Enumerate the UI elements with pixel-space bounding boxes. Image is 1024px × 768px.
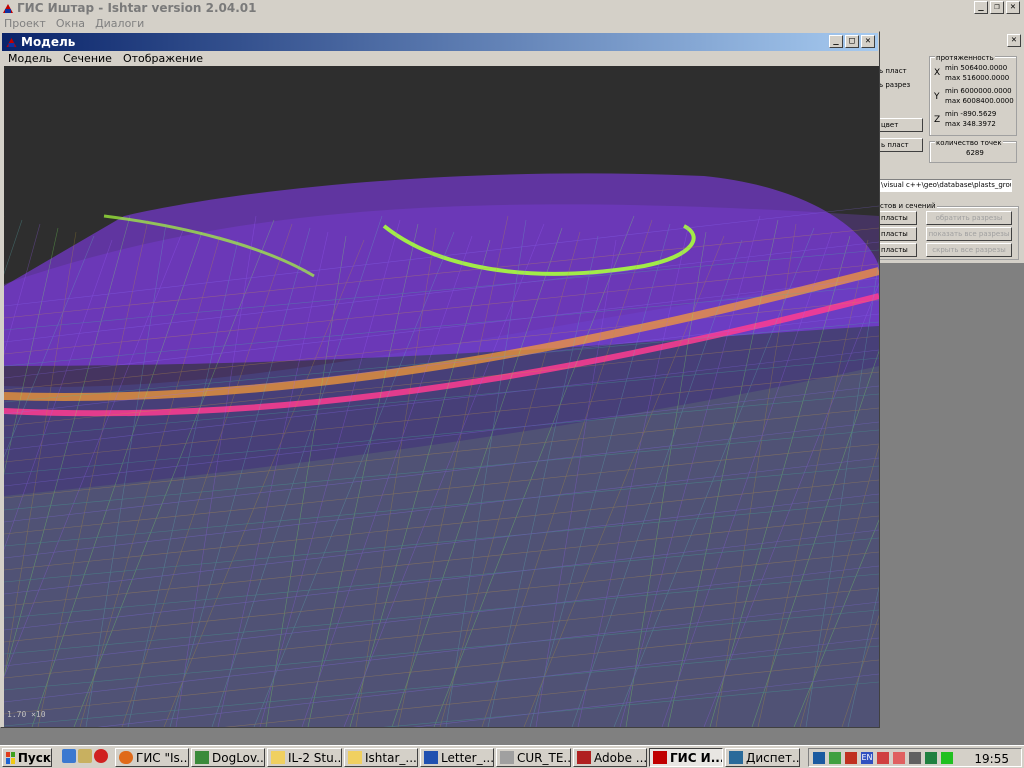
workspace-strip — [0, 728, 1024, 745]
folder-icon — [348, 751, 362, 764]
gis-app-icon — [3, 4, 13, 13]
word-icon — [424, 751, 438, 764]
dialog-close-button[interactable]: ✕ — [1007, 34, 1021, 47]
tray-app-icon[interactable] — [941, 752, 953, 764]
model-close-button[interactable]: ✕ — [861, 35, 875, 48]
drive-icon — [500, 751, 514, 764]
printer-icon[interactable] — [909, 752, 921, 764]
database-path-field[interactable]: \visual c++\geo\database\plasts_group_2 — [878, 179, 1012, 192]
model-title-bar[interactable]: Модель _ □ ✕ — [2, 33, 878, 51]
gis-app-icon — [6, 38, 17, 47]
label-razrez: ь разрез — [879, 81, 911, 89]
plasty-button-3[interactable]: пласты — [877, 243, 917, 257]
plasty-button-2[interactable]: пласты — [877, 227, 917, 241]
task-label: ГИС "Is... — [136, 750, 189, 765]
menu-windows[interactable]: Окна — [56, 17, 85, 30]
main-window-controls: _ ❐ ✕ — [974, 1, 1020, 14]
tray-app-icon[interactable] — [877, 752, 889, 764]
points-title: количество точек — [935, 139, 1003, 147]
invert-sections-button[interactable]: обратить разрезы — [926, 211, 1012, 225]
task-label: IL-2 Stu... — [288, 750, 342, 765]
start-button[interactable]: Пуск — [2, 748, 52, 767]
task-label: Ishtar_... — [365, 750, 417, 765]
wireframe-mesh — [4, 173, 879, 727]
firefox-icon — [119, 751, 133, 764]
network-icon[interactable] — [813, 752, 825, 764]
opera-quicklaunch-icon[interactable] — [94, 749, 108, 763]
task-label: ГИС И... — [670, 750, 723, 765]
task-button-3[interactable]: IL-2 Stu... — [267, 748, 342, 767]
scale-readout: 1.70 ×10 — [7, 710, 46, 719]
task-button-1[interactable]: ГИС "Is... — [115, 748, 189, 767]
check-icon[interactable] — [829, 752, 841, 764]
z-min-value: min -890.5629 — [945, 110, 997, 118]
main-window-title: ГИС Иштар - Ishtar version 2.04.01 — [17, 1, 257, 15]
task-button-9[interactable]: Диспет... — [725, 748, 800, 767]
windows-logo-icon — [6, 751, 15, 764]
monitor-icon — [729, 751, 743, 764]
plast-button[interactable]: ь пласт — [877, 138, 923, 152]
model-minimize-button[interactable]: _ — [829, 35, 843, 48]
model-menu-bar: Модель Сечение Отображение — [2, 51, 878, 66]
model-properties-dialog: ✕ ь пласт ь разрез цвет ь пласт протяжен… — [868, 31, 1024, 263]
folder-icon — [271, 751, 285, 764]
points-value: 6289 — [966, 149, 984, 157]
x-max-value: max 516000.0000 — [945, 74, 1010, 82]
task-button-2[interactable]: DogLov... — [191, 748, 265, 767]
mail-quicklaunch-icon[interactable] — [78, 749, 92, 763]
restore-button[interactable]: ❐ — [990, 1, 1004, 14]
dialog-title-bar[interactable]: ✕ — [869, 31, 1024, 49]
y-axis-label: Y — [934, 92, 940, 102]
gis-icon — [653, 751, 667, 764]
task-label: CUR_TE... — [517, 750, 571, 765]
task-label: Letter_... — [441, 750, 494, 765]
task-button-6[interactable]: CUR_TE... — [496, 748, 571, 767]
task-button-4[interactable]: Ishtar_... — [344, 748, 418, 767]
plasty-button-1[interactable]: пласты — [877, 211, 917, 225]
main-menu-bar: Проект Окна Диалоги — [0, 16, 1024, 31]
system-tray: EN 19:55 — [808, 748, 1022, 767]
start-label: Пуск — [17, 750, 51, 765]
language-indicator[interactable]: EN — [861, 752, 873, 764]
hide-all-sections-button[interactable]: скрыть все разрезы — [926, 243, 1012, 257]
x-axis-label: X — [934, 68, 941, 78]
menu-display[interactable]: Отображение — [123, 52, 203, 65]
antivirus-icon[interactable] — [845, 752, 857, 764]
model-maximize-button[interactable]: □ — [845, 35, 859, 48]
main-title-bar[interactable]: ГИС Иштар - Ishtar version 2.04.01 _ ❐ ✕ — [0, 0, 1024, 16]
y-min-value: min 6000000.0000 — [945, 87, 1012, 95]
pen-icon — [577, 751, 591, 764]
tray-app-icon[interactable] — [925, 752, 937, 764]
ie-quicklaunch-icon[interactable] — [62, 749, 76, 763]
label-plast: ь пласт — [879, 67, 907, 75]
taskbar: Пуск ГИС "Is... DogLov... IL-2 Stu... Is… — [0, 745, 1024, 768]
plasts-sections-title: стов и сечений — [879, 202, 937, 210]
clock: 19:55 — [974, 752, 1009, 766]
tray-app-icon[interactable] — [893, 752, 905, 764]
task-label: Диспет... — [746, 750, 800, 765]
task-button-5[interactable]: Letter_... — [420, 748, 494, 767]
task-label: Adobe ... — [594, 750, 647, 765]
task-button-7[interactable]: Adobe ... — [573, 748, 647, 767]
task-button-8[interactable]: ГИС И... — [649, 748, 723, 767]
menu-dialogs[interactable]: Диалоги — [95, 17, 144, 30]
y-max-value: max 6008400.0000 — [945, 97, 1014, 105]
task-label: DogLov... — [212, 750, 265, 765]
3d-model-viewport[interactable]: 1.70 ×10 — [4, 66, 879, 727]
show-all-sections-button[interactable]: показать все разрезы — [926, 227, 1012, 241]
menu-section[interactable]: Сечение — [63, 52, 112, 65]
close-button[interactable]: ✕ — [1006, 1, 1020, 14]
model-window-controls: _ □ ✕ — [829, 35, 875, 48]
minimize-button[interactable]: _ — [974, 1, 988, 14]
menu-project[interactable]: Проект — [4, 17, 46, 30]
app-icon — [195, 751, 209, 764]
z-max-value: max 348.3972 — [945, 120, 996, 128]
z-axis-label: Z — [934, 115, 941, 125]
model-window-title: Модель — [21, 35, 76, 49]
menu-model[interactable]: Модель — [8, 52, 52, 65]
extent-title: протяженность — [935, 54, 995, 62]
x-min-value: min 506400.0000 — [945, 64, 1008, 72]
color-button[interactable]: цвет — [877, 118, 923, 132]
model-window: Модель _ □ ✕ Модель Сечение Отображение … — [0, 31, 880, 728]
